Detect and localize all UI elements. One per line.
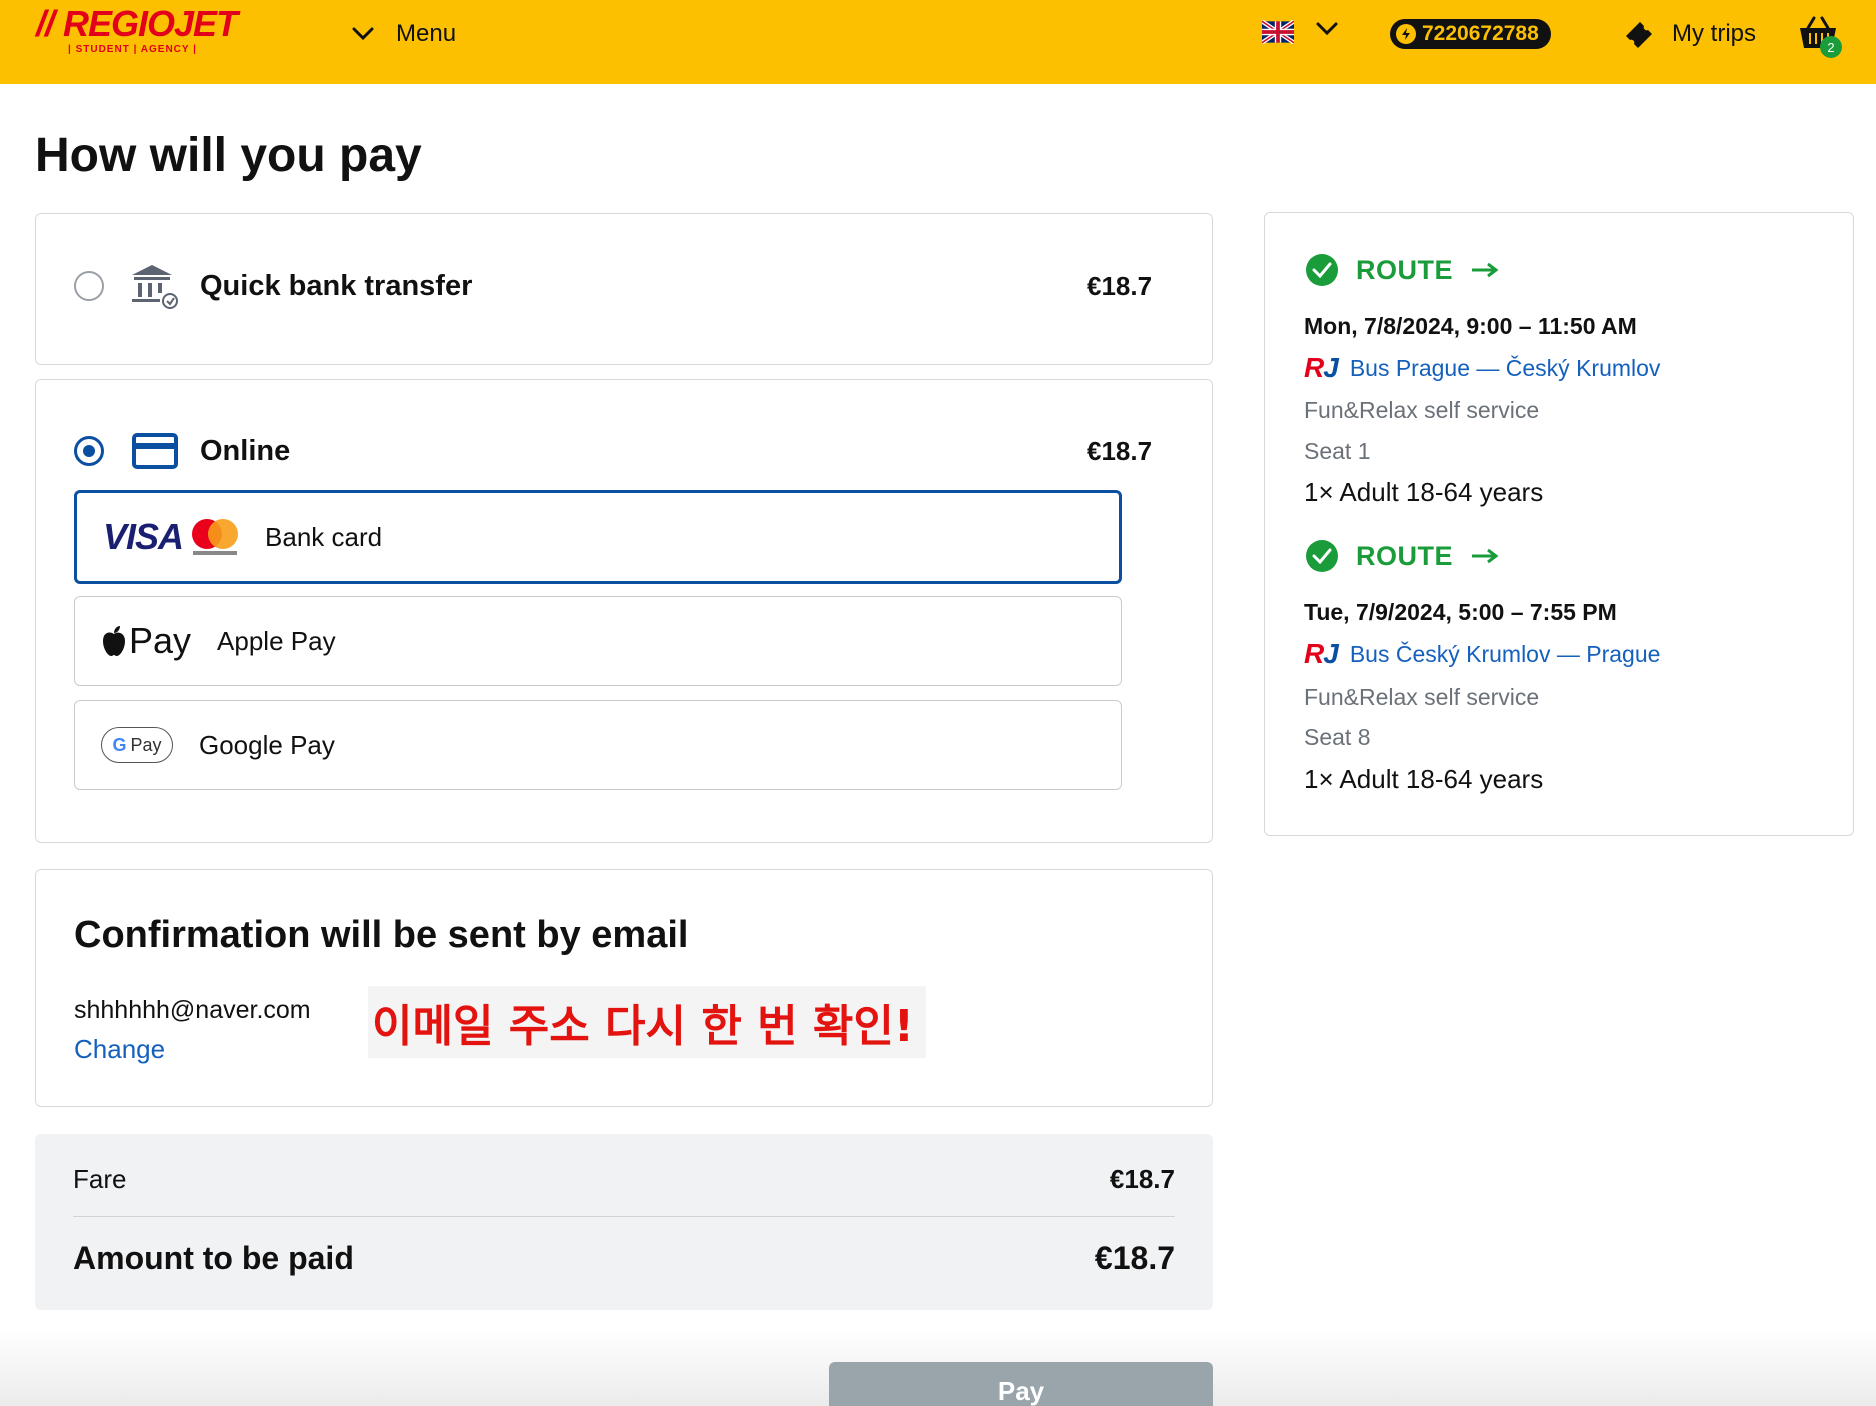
fare-label: Fare (73, 1164, 127, 1194)
online-radio[interactable] (74, 436, 104, 466)
quick-bank-transfer-price: €18.7 (1087, 271, 1153, 301)
credit-coin-icon (1396, 24, 1416, 44)
email-check-annotation: 이메일 주소 다시 한 번 확인! (368, 986, 926, 1058)
my-trips-label: My trips (1672, 20, 1756, 47)
route-label: ROUTE (1356, 254, 1453, 285)
arrow-right-icon (1472, 548, 1499, 564)
credit-card-icon (132, 433, 178, 469)
route-seat: Seat 1 (1304, 438, 1371, 464)
my-trips-button[interactable]: My trips (1622, 16, 1756, 52)
check-circle-icon (1306, 540, 1338, 572)
mastercard-logo-icon (192, 519, 239, 555)
total-label: Amount to be paid (73, 1240, 354, 1276)
route-date: Tue, 7/9/2024, 5:00 – 7:55 PM (1304, 599, 1617, 625)
credit-amount: 7220672788 (1422, 22, 1539, 45)
route-label: ROUTE (1356, 540, 1453, 571)
page-title: How will you pay (35, 129, 422, 182)
apple-pay-method[interactable]: Pay Apple Pay (74, 596, 1122, 686)
email-address: shhhhhh@naver.com (74, 996, 311, 1024)
confirmation-title: Confirmation will be sent by email (74, 914, 689, 956)
menu-button[interactable]: Menu (352, 16, 456, 52)
bank-card-label: Bank card (265, 521, 383, 552)
google-pay-label: Google Pay (199, 729, 335, 760)
uk-flag-icon[interactable] (1262, 20, 1294, 44)
route-passengers: 1× Adult 18-64 years (1304, 477, 1544, 507)
quick-bank-transfer-radio[interactable] (74, 271, 104, 301)
menu-label: Menu (396, 20, 457, 47)
google-pay-logo: G Pay (101, 727, 173, 763)
total-value: €18.7 (1094, 1240, 1175, 1276)
chevron-down-icon (352, 27, 374, 41)
online-label: Online (200, 434, 291, 467)
bank-card-method[interactable]: VISA Bank card (74, 490, 1122, 584)
route-service: Fun&Relax self service (1304, 684, 1540, 710)
top-bar: // REGIOJET | STUDENT | AGENCY | Menu 72… (0, 0, 1876, 84)
quick-bank-transfer-label: Quick bank transfer (200, 269, 473, 302)
google-g-icon: G (112, 734, 127, 755)
change-email-link[interactable]: Change (74, 1034, 165, 1065)
route-line[interactable]: RJ Bus Český Krumlov — Prague (1304, 638, 1660, 670)
route-line[interactable]: RJ Bus Prague — Český Krumlov (1304, 352, 1660, 384)
ticket-icon (1626, 22, 1652, 48)
credit-badge[interactable]: 7220672788 (1390, 19, 1551, 49)
visa-logo: VISA (103, 516, 184, 557)
logo-subtitle: | STUDENT | AGENCY | (68, 44, 197, 55)
online-option[interactable]: Online (74, 431, 290, 471)
regiojet-logo[interactable]: // REGIOJET | STUDENT | AGENCY | (36, 3, 238, 56)
route-name: Bus Prague — Český Krumlov (1349, 354, 1661, 381)
arrow-right-icon (1472, 262, 1499, 278)
route-seat: Seat 8 (1304, 724, 1371, 750)
route-name: Bus Český Krumlov — Prague (1349, 640, 1661, 667)
pay-button[interactable]: Pay (829, 1362, 1213, 1406)
online-price: €18.7 (1087, 436, 1153, 466)
bank-icon (132, 265, 178, 309)
language-chevron-down-icon[interactable] (1316, 22, 1338, 36)
route-header-1[interactable]: ROUTE (1306, 254, 1499, 286)
route-header-2[interactable]: ROUTE (1306, 540, 1499, 572)
cart-count-badge: 2 (1820, 36, 1842, 58)
check-circle-icon (1306, 254, 1338, 286)
apple-pay-logo: Pay (129, 620, 192, 661)
route-passengers: 1× Adult 18-64 years (1304, 764, 1544, 794)
apple-pay-label: Apple Pay (217, 625, 336, 656)
route-date: Mon, 7/8/2024, 9:00 – 11:50 AM (1304, 313, 1637, 339)
fare-value: €18.7 (1109, 1164, 1175, 1194)
rj-logo-icon: RJ (1304, 638, 1339, 669)
price-summary: Fare €18.7 Amount to be paid €18.7 (35, 1134, 1213, 1310)
quick-bank-transfer-option[interactable]: Quick bank transfer (74, 265, 473, 309)
rj-logo-icon: RJ (1304, 352, 1339, 383)
apple-icon (103, 626, 125, 656)
logo-text: // REGIOJET (36, 3, 238, 44)
summary-divider (73, 1216, 1175, 1217)
google-pay-logo-text: Pay (130, 734, 162, 755)
route-service: Fun&Relax self service (1304, 397, 1540, 423)
google-pay-method[interactable]: G Pay Google Pay (74, 700, 1122, 790)
